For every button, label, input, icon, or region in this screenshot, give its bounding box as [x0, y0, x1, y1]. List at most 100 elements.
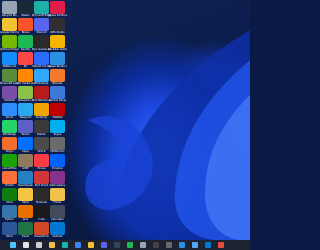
app-icon: [2, 188, 17, 201]
app-icon: [34, 137, 49, 150]
app-icon: [18, 86, 33, 99]
desktop-icon[interactable]: Riot Client: [34, 171, 49, 187]
desktop-icon[interactable]: Rockstar Games Launcher: [48, 35, 67, 51]
desktop-icon[interactable]: Control Panel: [49, 86, 66, 102]
app-icon: [2, 154, 17, 167]
desktop-icon[interactable]: HWMonitor: [50, 137, 65, 153]
taskbar-file-explorer-icon[interactable]: [49, 242, 55, 248]
app-icon: [50, 120, 65, 133]
taskbar-store-icon[interactable]: [75, 242, 81, 248]
desktop-icon[interactable]: Microsoft Edge: [32, 1, 51, 17]
desktop-icon[interactable]: Zoom: [2, 103, 17, 119]
taskbar-calendar-icon[interactable]: [218, 242, 224, 248]
desktop-icon[interactable]: Ubisoft Connect: [32, 52, 51, 68]
desktop-icon[interactable]: GIMP: [18, 154, 33, 170]
desktop-icon[interactable]: Photoshop: [34, 69, 49, 85]
desktop-icon[interactable]: CPU-Z: [34, 137, 49, 153]
desktop-icon[interactable]: Opera GX Browser: [48, 1, 67, 17]
desktop-icon[interactable]: Outlook: [50, 222, 65, 238]
app-icon: [2, 35, 17, 48]
desktop-icon[interactable]: Battle.net: [2, 52, 17, 68]
app-icon: [34, 52, 49, 65]
desktop-icon[interactable]: Skype: [50, 120, 65, 136]
taskbar-search-icon[interactable]: [23, 242, 29, 248]
app-icon: [2, 103, 17, 116]
desktop-icon[interactable]: PowerPoint: [34, 222, 49, 238]
desktop-icon[interactable]: Python: [2, 205, 17, 221]
taskbar-terminal-icon[interactable]: [153, 242, 159, 248]
app-icon: [34, 205, 49, 218]
desktop-icon[interactable]: Terminal: [34, 188, 49, 204]
desktop-icon[interactable]: WinRAR: [2, 86, 17, 102]
desktop-icon[interactable]: Folder: [50, 188, 65, 204]
app-icon: [50, 222, 65, 235]
taskbar: [0, 240, 250, 250]
app-icon: [50, 205, 65, 218]
desktop-icon[interactable]: Word: [2, 222, 17, 238]
desktop-icon[interactable]: Steam: [18, 1, 33, 17]
desktop-icon[interactable]: Visual Studio Code: [48, 52, 67, 68]
desktop-icon[interactable]: Discord: [34, 18, 49, 34]
desktop-icon[interactable]: 7-Zip: [34, 205, 49, 221]
desktop-icon[interactable]: MSI Afterburner: [32, 86, 51, 102]
desktop-icon[interactable]: LibreOffice: [2, 154, 17, 170]
app-icon: [50, 188, 65, 201]
app-icon: [50, 52, 65, 65]
desktop-icon[interactable]: EA: [18, 52, 33, 68]
taskbar-discord-icon[interactable]: [101, 242, 107, 248]
app-icon: [18, 35, 33, 48]
desktop-icon[interactable]: GOG Galaxy: [50, 171, 65, 187]
taskbar-edge-icon[interactable]: [62, 242, 68, 248]
taskbar-obs-icon[interactable]: [166, 242, 172, 248]
desktop-icon[interactable]: Excel: [18, 222, 33, 238]
desktop-icon-label: Rockstar Games Launcher: [48, 48, 67, 51]
desktop-icon[interactable]: Brave: [18, 18, 33, 34]
taskbar-photos-icon[interactable]: [192, 242, 198, 248]
desktop-icon[interactable]: FileZilla: [50, 103, 65, 119]
desktop-icon[interactable]: Firefox: [2, 171, 17, 187]
desktop-icon[interactable]: Uplay: [18, 137, 33, 153]
desktop-icon[interactable]: Google Chrome: [0, 18, 19, 34]
app-icon: [18, 188, 33, 201]
desktop-icon[interactable]: Recycle Bin: [2, 1, 17, 17]
desktop-icon[interactable]: OBS Studio: [50, 18, 65, 34]
desktop-icon[interactable]: Minecraft Launcher: [0, 69, 19, 85]
desktop-icon[interactable]: iTunes: [34, 154, 49, 170]
taskbar-start-icon[interactable]: [10, 242, 16, 248]
desktop-icon[interactable]: Roblox: [34, 120, 49, 136]
app-icon: [50, 1, 65, 14]
desktop-icon[interactable]: Notepad++: [18, 86, 33, 102]
taskbar-chrome-icon[interactable]: [88, 242, 94, 248]
taskbar-task-view-icon[interactable]: [36, 242, 42, 248]
taskbar-settings-icon[interactable]: [140, 242, 146, 248]
app-icon: [18, 120, 33, 133]
desktop-icon[interactable]: Telegram: [18, 103, 33, 119]
app-icon: [2, 18, 17, 31]
desktop-icon[interactable]: Calculator: [50, 205, 65, 221]
desktop-icon[interactable]: Java: [18, 205, 33, 221]
app-icon: [34, 103, 49, 116]
app-icon: [50, 69, 65, 82]
desktop-icon[interactable]: WhatsApp: [2, 120, 17, 136]
desktop-icon[interactable]: Paint: [18, 188, 33, 204]
desktop-icon[interactable]: Epic Games Launcher: [32, 35, 51, 51]
desktop-icon[interactable]: GeForce Experience: [0, 35, 19, 51]
taskbar-steam-icon[interactable]: [114, 242, 120, 248]
desktop-icon[interactable]: Blender: [50, 69, 65, 85]
desktop-icon[interactable]: TeamSpeak: [18, 171, 33, 187]
desktop-icon[interactable]: Dropbox: [50, 154, 65, 170]
desktop-icon[interactable]: Teams: [18, 120, 33, 136]
desktop-icon[interactable]: Xbox: [2, 188, 17, 204]
taskbar-mail-icon[interactable]: [205, 242, 211, 248]
desktop-icon[interactable]: Origin: [2, 137, 17, 153]
app-icon: [34, 120, 49, 133]
desktop-icon[interactable]: VLC media player: [16, 69, 35, 85]
app-icon: [50, 171, 65, 184]
desktop-icon[interactable]: Audacity: [34, 103, 49, 119]
desktop-icon-label: HWMonitor: [50, 150, 65, 153]
taskbar-spotify-icon[interactable]: [127, 242, 133, 248]
app-icon: [2, 86, 17, 99]
desktop-icon[interactable]: Spotify: [18, 35, 33, 51]
app-icon: [34, 18, 49, 31]
taskbar-vscode-icon[interactable]: [179, 242, 185, 248]
